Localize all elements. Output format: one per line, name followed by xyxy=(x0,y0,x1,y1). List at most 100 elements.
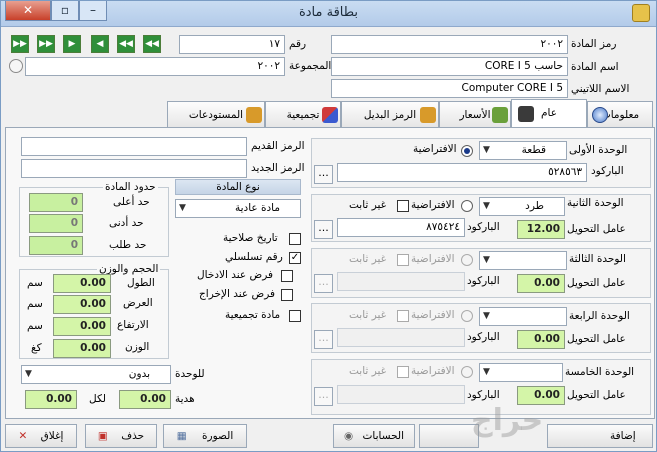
conversion2-label: عامل التحويل xyxy=(567,223,626,235)
unit4-select[interactable]: ▼ xyxy=(479,307,567,326)
unit3-default-label: الافتراضية xyxy=(411,253,455,265)
min-label: حد أدنى xyxy=(109,217,144,229)
next-page-button[interactable]: ▶▶ xyxy=(37,35,55,53)
material-type-select[interactable]: مادة عادية ▼ xyxy=(175,199,301,218)
unit4-more-button[interactable]: ... xyxy=(314,330,333,349)
barcode1-label: الباركود xyxy=(591,165,624,177)
unit3-label: الوحدة الثالثة xyxy=(569,253,626,265)
shapes-icon xyxy=(322,107,338,123)
last-record-button[interactable]: ▶▶ xyxy=(11,35,29,53)
serial-checkbox[interactable]: ✓ xyxy=(289,252,301,264)
unit4-not-fixed-checkbox[interactable] xyxy=(397,310,409,322)
min-input[interactable]: 0 xyxy=(29,214,83,233)
app-icon xyxy=(632,4,650,22)
barcode5-input[interactable] xyxy=(337,385,465,404)
barcode2-input[interactable]: ٨٧٥٤٢٤ xyxy=(337,218,465,237)
order-input[interactable]: 0 xyxy=(29,236,83,255)
weight-input[interactable]: 0.00 xyxy=(53,339,111,358)
conversion3-input[interactable]: 0.00 xyxy=(517,274,565,293)
unit3-select[interactable]: ▼ xyxy=(479,251,567,270)
info-icon xyxy=(592,107,608,123)
tab-alt-code[interactable]: الرمز البديل xyxy=(341,101,439,127)
force-out-label: فرض عند الإخراج xyxy=(199,288,276,300)
material-name-input[interactable]: حاسب 5 CORE I xyxy=(331,57,568,76)
unit5-default-radio[interactable] xyxy=(461,366,473,378)
max-input[interactable]: 0 xyxy=(29,193,83,212)
gift-label: هدية xyxy=(175,393,195,405)
latin-name-label: الاسم اللاتيني xyxy=(571,83,630,95)
unit2-more-button[interactable]: ... xyxy=(314,220,333,239)
force-in-checkbox[interactable] xyxy=(281,270,293,282)
tab-info[interactable]: معلومات xyxy=(587,101,653,127)
expiry-checkbox[interactable] xyxy=(289,233,301,245)
material-code-input[interactable]: ٢٠٠٢ xyxy=(331,35,568,54)
money-icon xyxy=(492,107,508,123)
material-type-header: نوع المادة xyxy=(175,179,301,195)
width-input[interactable]: 0.00 xyxy=(53,295,111,314)
image-button-label: الصورة xyxy=(202,430,234,442)
assembly-checkbox[interactable] xyxy=(289,310,301,322)
prev-record-button[interactable]: ◀ xyxy=(91,35,109,53)
conversion4-input[interactable]: 0.00 xyxy=(517,330,565,349)
height-input[interactable]: 0.00 xyxy=(53,317,111,336)
barcode3-input[interactable] xyxy=(337,272,465,291)
gift-input[interactable]: 0.00 xyxy=(119,390,171,409)
unit1-default-radio[interactable] xyxy=(461,145,473,157)
unit4-default-radio[interactable] xyxy=(461,310,473,322)
unit2-not-fixed-checkbox[interactable] xyxy=(397,200,409,212)
unit1-select[interactable]: قطعة ▼ xyxy=(479,141,567,160)
close-button-label: إغلاق xyxy=(40,430,64,442)
close-window-button[interactable]: ✕ xyxy=(5,1,51,21)
group-search-icon[interactable] xyxy=(9,59,23,73)
unit1-more-button[interactable]: ... xyxy=(314,165,333,184)
height-label: الارتفاع xyxy=(117,319,149,331)
accounts-button[interactable]: الحسابات ◉ xyxy=(333,424,415,448)
minimize-button[interactable]: – xyxy=(79,1,107,21)
unit2-select[interactable]: طرد ▼ xyxy=(479,197,565,216)
unit5-more-button[interactable]: ... xyxy=(314,387,333,406)
maximize-button[interactable]: ▫ xyxy=(51,1,79,21)
group-label: المجموعة xyxy=(289,60,332,72)
unit3-more-button[interactable]: ... xyxy=(314,274,333,293)
group-input[interactable]: ٢٠٠٢ xyxy=(25,57,285,76)
length-label: الطول xyxy=(127,277,155,289)
first-record-button[interactable]: ◀◀ xyxy=(143,35,161,53)
unit3-default-radio[interactable] xyxy=(461,254,473,266)
for-unit-select[interactable]: بدون ▼ xyxy=(21,365,171,384)
image-button[interactable]: الصورة ▦ xyxy=(163,424,247,448)
barcode3-label: الباركود xyxy=(467,275,500,287)
latin-name-input[interactable]: Computer CORE I 5 xyxy=(331,79,568,98)
barcode1-input[interactable]: ٥٢٨٥٦٣ xyxy=(337,163,587,182)
conversion2-input[interactable]: 12.00 xyxy=(517,220,565,239)
chevron-down-icon: ▼ xyxy=(483,255,490,265)
tab-assembly[interactable]: تجميعية xyxy=(265,101,341,127)
per-input[interactable]: 0.00 xyxy=(25,390,77,409)
delete-button[interactable]: حذف ▣ xyxy=(85,424,157,448)
extra-button[interactable] xyxy=(419,424,479,448)
unit2-default-radio[interactable] xyxy=(461,200,473,212)
prev-page-button[interactable]: ◀◀ xyxy=(117,35,135,53)
unit3-not-fixed-checkbox[interactable] xyxy=(397,254,409,266)
new-code-input[interactable] xyxy=(21,159,247,178)
force-out-checkbox[interactable] xyxy=(281,289,293,301)
old-code-input[interactable] xyxy=(21,137,247,156)
add-button[interactable]: إضافة xyxy=(547,424,653,448)
image-icon: ▦ xyxy=(176,430,187,442)
unit5-default-label: الافتراضية xyxy=(411,365,455,377)
tab-prices[interactable]: الأسعار xyxy=(439,101,511,127)
serial-label: رقم تسلسلي xyxy=(225,251,283,263)
barcode2-label: الباركود xyxy=(467,221,500,233)
barcode4-input[interactable] xyxy=(337,328,465,347)
unit5-select[interactable]: ▼ xyxy=(479,363,563,382)
unit5-not-fixed-checkbox[interactable] xyxy=(397,366,409,378)
unit2-label: الوحدة الثانية xyxy=(567,197,624,209)
tab-warehouses[interactable]: المستودعات xyxy=(167,101,265,127)
close-button[interactable]: إغلاق ✕ xyxy=(5,424,77,448)
tab-general[interactable]: عام xyxy=(511,99,587,127)
per-label: لكل xyxy=(89,393,106,405)
next-record-button[interactable]: ▶ xyxy=(63,35,81,53)
width-label: العرض xyxy=(123,297,153,309)
number-input[interactable]: ١٧ xyxy=(179,35,285,54)
length-input[interactable]: 0.00 xyxy=(53,274,111,293)
unit1-label: الوحدة الأولى xyxy=(569,144,628,156)
